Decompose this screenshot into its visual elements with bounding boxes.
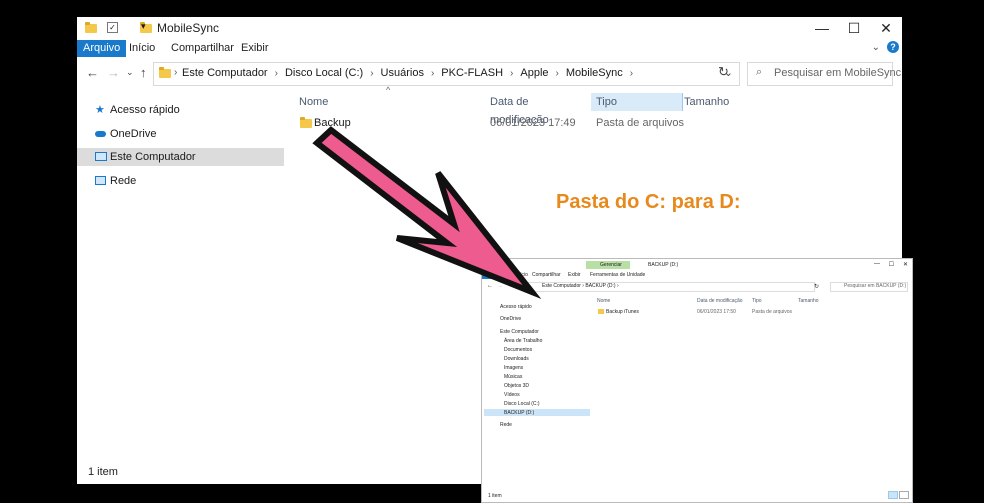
status-bar-count: 1 item [88,466,118,478]
breadcrumb-item[interactable]: MobileSync [566,67,623,79]
breadcrumb: Este Computador › Disco Local (C:) › Usuário… [182,67,634,79]
search-placeholder: Pesquisar em MobileSync [774,67,902,79]
window-title: BACKUP (D:) [648,262,679,268]
details-view-icon[interactable] [888,491,898,499]
search-input[interactable]: ⌕ Pesquisar em MobileSync [747,62,901,86]
ribbon-expand-icon[interactable]: ⌄ [872,42,880,53]
tab-compartilhar[interactable]: Compartilhar [165,40,240,57]
context-tab-label: Gerenciar [600,262,622,268]
column-header-data[interactable]: Data de modificação [697,298,743,304]
folder-icon [159,67,171,78]
explorer-window-backup-d: Gerenciar BACKUP (D:) — ☐ ✕ Arquivo Iníc… [481,258,913,503]
nav-item[interactable]: Este Computador [500,329,539,335]
column-header-nome[interactable]: Nome [299,93,485,111]
breadcrumb-item[interactable]: PKC-FLASH [441,67,503,79]
forward-arrow-icon[interactable]: → [107,65,120,80]
title-bar: ✓ ▾ MobileSync — ☐ ✕ [77,17,902,39]
tiles-view-icon[interactable] [899,491,909,499]
tab-exibir[interactable]: Exibir [568,272,581,278]
back-arrow-icon[interactable]: ← [487,283,493,289]
table-row[interactable]: Backup 06/01/2023 17:49 Pasta de arquivo… [299,112,902,134]
nav-item[interactable]: Rede [500,422,512,428]
nav-item-este-computador[interactable]: Este Computador [77,148,284,166]
network-icon [95,176,106,185]
quick-access-dropdown-icon[interactable]: ▾ [141,21,146,32]
file-name[interactable]: Backup iTunes [606,309,639,315]
folder-icon [598,309,604,314]
address-bar[interactable]: › Este Computador › Disco Local (C:) › Usuár… [153,62,740,86]
nav-item-rede[interactable]: Rede [77,172,284,190]
breadcrumb: Este Computador › BACKUP (D:) › [542,283,619,289]
status-bar-count: 1 item [488,493,502,499]
breadcrumb-item[interactable]: BACKUP (D:) [585,283,615,289]
folder-icon [300,117,312,128]
refresh-icon[interactable]: ↻ [718,64,729,80]
breadcrumb-item[interactable]: Usuários [381,67,424,79]
maximize-button[interactable]: ☐ [838,19,870,37]
breadcrumb-item[interactable]: Este Computador [542,283,581,289]
nav-item[interactable]: Documentos [504,347,532,353]
tab-compartilhar[interactable]: Compartilhar [532,272,561,278]
back-arrow-icon[interactable]: ← [86,65,99,80]
nav-item[interactable]: Objetos 3D [504,383,529,389]
search-placeholder: Pesquisar em BACKUP (D:) [844,283,907,289]
refresh-icon[interactable]: ↻ [814,283,819,290]
nav-item[interactable]: Acesso rápido [500,304,532,310]
address-row: ← → ⌄ ↑ › Este Computador › Disco Local (C… [77,59,902,87]
nav-item[interactable]: Downloads [504,356,529,362]
file-type: Pasta de arquivos [596,117,685,129]
selected-highlight [484,409,590,416]
nav-item[interactable]: Vídeos [504,392,520,398]
tab-inicio[interactable]: Início [123,40,161,57]
column-header-tamanho[interactable]: Tamanho [684,93,764,111]
breadcrumb-item[interactable]: Apple [520,67,548,79]
file-type: Pasta de arquivos [752,309,793,315]
column-header-tamanho[interactable]: Tamanho [798,298,819,304]
tab-arquivo-label: Arquivo [485,272,502,278]
recent-dropdown-icon[interactable]: ⌄ [126,67,134,78]
ribbon-tabs: Arquivo Início Compartilhar Exibir ⌄ [77,39,902,57]
column-header-tipo[interactable]: Tipo [752,298,762,304]
close-button[interactable]: ✕ [903,261,908,268]
annotation-text: Pasta do C: para D: [556,191,741,213]
window-title: MobileSync [157,21,220,35]
close-button[interactable]: ✕ [870,19,902,37]
chevron-right-icon: › [174,67,178,78]
breadcrumb-item[interactable]: Este Computador [182,67,268,79]
tab-ferramentas[interactable]: Ferramentas de Unidade [590,272,645,278]
up-arrow-icon[interactable]: ↑ [140,65,147,80]
nav-item[interactable]: Área de Trabalho [504,338,542,344]
nav-item[interactable]: Imagens [504,365,523,371]
folder-icon [85,22,97,33]
monitor-icon [95,152,107,161]
nav-item[interactable]: OneDrive [500,316,521,322]
column-header-nome[interactable]: Nome [597,298,610,304]
nav-item[interactable]: Disco Local (C:) [504,401,540,407]
nav-item-acesso-rapido[interactable]: ★ Acesso rápido [77,101,284,119]
column-header-tipo[interactable]: Tipo [591,93,683,111]
tab-inicio[interactable]: Início [516,272,528,278]
help-icon[interactable]: ? [887,41,899,53]
nav-item[interactable]: Músicas [504,374,522,380]
tab-exibir[interactable]: Exibir [235,40,275,57]
properties-icon[interactable]: ✓ [107,22,118,33]
nav-item[interactable]: BACKUP (D:) [504,410,534,416]
nav-item-onedrive[interactable]: OneDrive [77,125,284,143]
tab-arquivo[interactable]: Arquivo [77,40,127,57]
search-icon: ⌕ [756,66,763,78]
minimize-button[interactable]: — [874,261,880,267]
file-name: Backup [314,117,351,129]
minimize-button[interactable]: — [806,19,838,37]
forward-arrow-icon[interactable]: → [497,283,503,289]
navigation-pane: ★ Acesso rápido OneDrive Este Computador… [77,93,287,453]
cloud-icon [95,131,106,137]
breadcrumb-item[interactable]: Disco Local (C:) [285,67,363,79]
file-modified: 06/01/2023 17:49 [490,117,576,129]
column-header-data[interactable]: Data de modificação [490,93,590,126]
star-icon: ★ [95,104,105,116]
up-arrow-icon[interactable]: ↑ [515,283,518,289]
maximize-button[interactable]: ☐ [889,261,894,268]
file-modified: 06/01/2023 17:50 [697,309,736,315]
